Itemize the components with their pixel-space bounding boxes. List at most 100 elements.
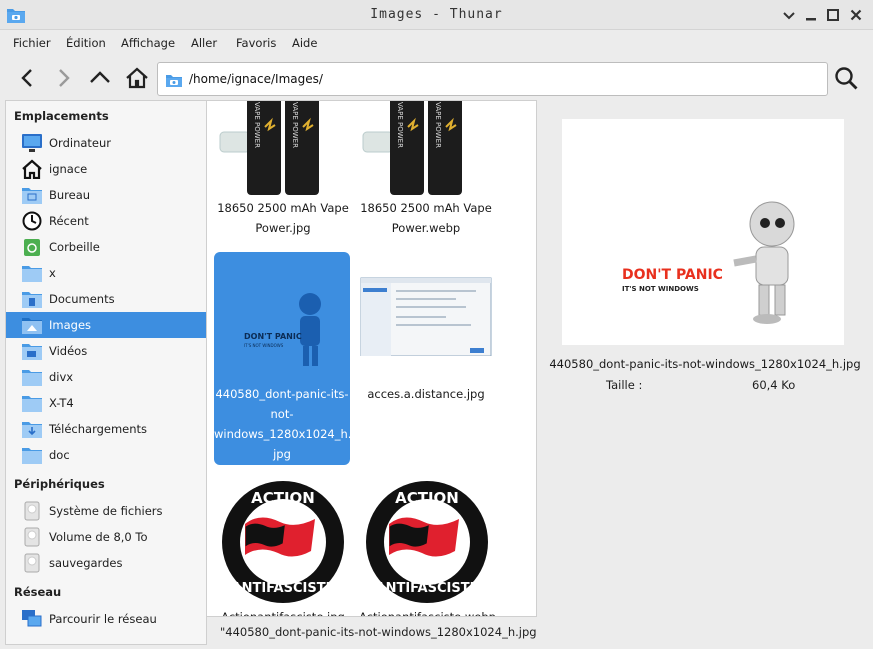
documents-folder-icon (22, 292, 42, 308)
file-name: jpg (273, 447, 291, 461)
drive-icon (24, 501, 40, 521)
sidebar-item-label: doc (49, 448, 70, 462)
file-thumbnail: DON'T PANIC IT'S NOT WINDOWS (217, 278, 347, 374)
drive-icon (24, 527, 40, 547)
home-icon (126, 67, 148, 89)
menu-help[interactable]: Aide (292, 36, 317, 50)
status-bar: "440580_dont-panic-its-not-windows_1280x… (207, 616, 542, 645)
vape-brand-text: VAPE POWER (434, 102, 442, 148)
sidebar-item-computer[interactable]: Ordinateur (6, 130, 206, 156)
preview-pane: DON'T PANIC IT'S NOT WINDOWS 440580_dont… (537, 100, 873, 645)
window-menu-button[interactable] (779, 5, 799, 25)
sidebar-item-desktop[interactable]: Bureau (6, 182, 206, 208)
minimize-icon (806, 18, 816, 21)
close-icon (850, 9, 862, 21)
window-title: Images - Thunar (370, 7, 503, 22)
preview-size-label: Taille : (606, 378, 643, 392)
antifasciste-text: ANTIFASCISTE (232, 581, 335, 596)
preview-panic-subtext: IT'S NOT WINDOWS (622, 285, 699, 293)
maximize-button[interactable] (823, 5, 843, 25)
minimize-button[interactable] (801, 5, 821, 25)
folder-icon (22, 448, 42, 464)
file-name: Power.webp (391, 221, 461, 235)
folder-icon (22, 370, 42, 386)
back-button[interactable] (15, 65, 41, 91)
location-bar[interactable]: /home/ignace/Images/ (157, 62, 828, 96)
sidebar-heading-devices: Périphériques (14, 477, 105, 491)
file-thumbnail (360, 277, 492, 356)
pictures-folder-icon (22, 318, 42, 334)
file-item[interactable]: ACTION ANTIFASCISTE Actionantifasciste.w… (359, 479, 496, 616)
sidebar-item-label: Images (49, 318, 92, 332)
menu-edit[interactable]: Édition (66, 36, 106, 50)
folder-icon (22, 396, 42, 412)
sidebar-item-filesystem[interactable]: Système de fichiers (6, 498, 206, 524)
home-icon (22, 159, 42, 179)
preview-panic-text: DON'T PANIC (622, 267, 723, 283)
menu-go[interactable]: Aller (191, 36, 217, 50)
sidebar-item-home[interactable]: ignace (6, 156, 206, 182)
clock-icon (22, 211, 42, 231)
search-icon (835, 67, 858, 90)
file-name: not- (270, 407, 294, 421)
sidebar: Emplacements Ordinateur ignace Bureau Ré… (5, 100, 207, 645)
sidebar-item-recent[interactable]: Récent (6, 208, 206, 234)
action-text: ACTION (395, 489, 459, 507)
sidebar-item-documents[interactable]: Documents (6, 286, 206, 312)
menu-view[interactable]: Affichage (121, 36, 175, 50)
videos-folder-icon (22, 344, 42, 360)
arrow-up-icon (90, 71, 110, 83)
panic-thumb-subtext: IT'S NOT WINDOWS (244, 343, 284, 348)
file-name: 440580_dont-panic-its- (215, 387, 349, 401)
file-name: acces.a.distance.jpg (367, 387, 485, 401)
forward-button[interactable] (50, 65, 76, 91)
sidebar-item-browse-network[interactable]: Parcourir le réseau (6, 606, 206, 632)
sidebar-item-videos[interactable]: Vidéos (6, 338, 206, 364)
sidebar-item-label: Téléchargements (49, 422, 148, 436)
file-item[interactable]: acces.a.distance.jpg (358, 252, 494, 412)
sidebar-item-trash[interactable]: Corbeille (6, 234, 206, 260)
sidebar-item-volume[interactable]: Volume de 8,0 To (6, 524, 206, 550)
sidebar-item-pictures[interactable]: Images (6, 312, 206, 338)
sidebar-item-label: Récent (49, 214, 89, 228)
menu-file[interactable]: Fichier (13, 36, 51, 50)
file-item[interactable]: VAPE POWER VAPE POWER 18650 2500 mAh Vap… (358, 101, 494, 247)
sidebar-item-label: x (49, 266, 56, 280)
sidebar-heading-places: Emplacements (14, 109, 109, 123)
downloads-folder-icon (22, 422, 42, 438)
file-item[interactable]: VAPE POWER VAPE POWER 18650 2500 mAh Vap… (215, 101, 351, 247)
drive-icon (24, 553, 40, 573)
sidebar-item-label: Vidéos (49, 344, 88, 358)
preview-size-value: 60,4 Ko (752, 378, 796, 392)
file-icon-view[interactable]: VAPE POWER VAPE POWER 18650 2500 mAh Vap… (207, 100, 537, 616)
vape-brand-text: VAPE POWER (253, 102, 261, 148)
file-name: Actionantifasciste.jpg (215, 607, 351, 616)
action-text: ACTION (251, 489, 315, 507)
sidebar-item-x-t4[interactable]: X-T4 (6, 390, 206, 416)
sidebar-item-backups[interactable]: sauvegardes (6, 550, 206, 576)
sidebar-item-label: divx (49, 370, 74, 384)
preview-filename: 440580_dont-panic-its-not-windows_1280x1… (549, 357, 861, 371)
pictures-folder-icon (166, 75, 182, 87)
close-button[interactable] (846, 5, 866, 25)
sidebar-heading-network: Réseau (14, 585, 62, 599)
chevron-down-icon (783, 12, 795, 20)
sidebar-item-x[interactable]: x (6, 260, 206, 286)
file-item-selected[interactable]: DON'T PANIC IT'S NOT WINDOWS 440580_dont… (214, 252, 352, 465)
sidebar-item-doc[interactable]: doc (6, 442, 206, 468)
sidebar-item-downloads[interactable]: Téléchargements (6, 416, 206, 442)
location-path: /home/ignace/Images/ (189, 72, 323, 86)
search-button[interactable] (833, 65, 859, 91)
file-thumbnail: ACTION ANTIFASCISTE (366, 481, 488, 603)
arrow-left-icon (21, 69, 32, 87)
home-button[interactable] (124, 65, 150, 91)
file-name: windows_1280x1024_h. (214, 427, 352, 441)
file-item[interactable]: ACTION ANTIFASCISTE Actionantifasciste.j… (215, 479, 351, 616)
file-thumbnail: ACTION ANTIFASCISTE (222, 481, 344, 603)
menu-bookmarks[interactable]: Favoris (236, 36, 276, 50)
status-text: "440580_dont-panic-its-not-windows_1280x… (220, 625, 542, 639)
computer-icon (22, 134, 42, 152)
sidebar-item-divx[interactable]: divx (6, 364, 206, 390)
parent-folder-button[interactable] (87, 65, 113, 91)
file-name: 18650 2500 mAh Vape (217, 201, 349, 215)
